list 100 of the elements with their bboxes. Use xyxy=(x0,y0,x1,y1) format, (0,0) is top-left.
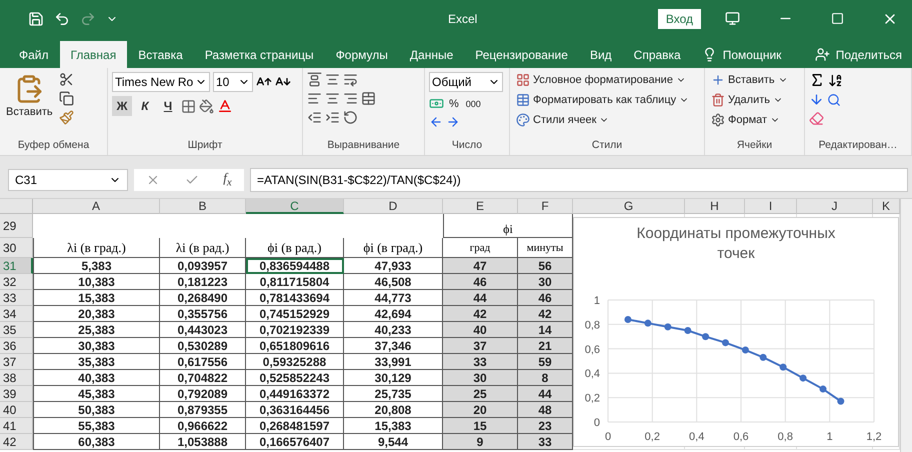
sort-icon[interactable] xyxy=(828,72,843,88)
undo-icon[interactable] xyxy=(54,10,70,26)
table-cell: 25,735 xyxy=(344,386,443,402)
row-header[interactable]: 40 xyxy=(0,402,33,418)
font-color-icon[interactable] xyxy=(217,98,233,114)
row-header[interactable]: 30 xyxy=(0,238,33,258)
formula-field[interactable]: =ATAN(SIN(B31-$C$22)/TAN($C$24)) xyxy=(250,168,908,192)
font-size-field[interactable]: 10 xyxy=(213,72,253,92)
styles-menu-button[interactable]: Условное форматирование xyxy=(514,72,692,88)
table-cell: 1,053888 xyxy=(160,434,246,450)
table-icon xyxy=(516,93,530,107)
row-header[interactable]: 32 xyxy=(0,274,33,290)
table-cell: 60,383 xyxy=(33,434,160,450)
tell-me-button[interactable]: Помощник xyxy=(692,41,792,68)
column-header[interactable]: E xyxy=(443,199,518,214)
column-header[interactable]: D xyxy=(344,199,443,214)
bold-button[interactable]: Ж xyxy=(112,96,132,116)
number-format-field[interactable]: Общий xyxy=(429,72,503,92)
column-header[interactable]: A xyxy=(33,199,160,214)
borders-icon[interactable] xyxy=(181,98,196,114)
ribbon-tab[interactable]: Вид xyxy=(578,41,623,68)
table-cell: 0,792089 xyxy=(160,386,246,402)
row-header[interactable]: 34 xyxy=(0,306,33,322)
ribbon-tab[interactable]: Формулы xyxy=(324,41,399,68)
row-header[interactable]: 39 xyxy=(0,386,33,402)
currency-icon[interactable] xyxy=(429,96,444,111)
vertical-scrollbar[interactable] xyxy=(900,199,912,452)
underline-button[interactable]: Ч xyxy=(158,96,178,116)
merge-cells-icon[interactable] xyxy=(361,91,376,106)
cells-menu-button[interactable]: Вставить xyxy=(709,72,790,88)
y-tick-label: 0,4 xyxy=(584,368,600,380)
column-header[interactable]: K xyxy=(873,199,900,214)
name-box[interactable]: C31 xyxy=(8,168,128,190)
data-point xyxy=(644,320,652,327)
table-cell: 0,355756 xyxy=(160,306,246,322)
ribbon-tab[interactable]: Главная xyxy=(60,41,128,68)
row-header[interactable]: 37 xyxy=(0,354,33,370)
column-header[interactable]: B xyxy=(160,199,246,214)
column-header[interactable]: C xyxy=(246,199,344,214)
table-cell: 40 xyxy=(443,322,518,338)
table-cell: 45,383 xyxy=(33,386,160,402)
save-icon[interactable] xyxy=(28,10,44,26)
cells-menu-button[interactable]: Формат xyxy=(709,112,790,128)
settings-icon xyxy=(711,113,725,127)
search-icon[interactable] xyxy=(827,92,841,106)
eraser-icon[interactable] xyxy=(809,111,824,126)
group-label: Шрифт xyxy=(186,139,224,153)
indent-decrease-icon[interactable] xyxy=(307,110,322,125)
align-left-icon[interactable] xyxy=(307,91,322,106)
fill-down-icon[interactable] xyxy=(809,92,824,107)
row-header[interactable]: 42 xyxy=(0,434,33,450)
x-tick-label: 0,4 xyxy=(689,431,704,443)
ribbon-tab[interactable]: Файл xyxy=(8,41,60,68)
ribbon-tab[interactable]: Разметка страницы xyxy=(194,41,325,68)
styles-menu-button[interactable]: Стили ячеек xyxy=(514,112,692,128)
share-button[interactable]: Поделиться xyxy=(804,41,912,68)
table-cell: 0,59325288 xyxy=(246,354,344,370)
ribbon-tab[interactable]: Справка xyxy=(622,41,692,68)
font-name-field[interactable]: Times New Ro xyxy=(112,72,210,92)
row-header[interactable]: 41 xyxy=(0,418,33,434)
column-header[interactable]: H xyxy=(685,199,745,214)
indent-increase-icon[interactable] xyxy=(325,110,340,125)
column-header[interactable]: F xyxy=(518,199,573,214)
y-tick-label: 0,8 xyxy=(584,319,600,332)
display-options-icon[interactable] xyxy=(725,11,740,26)
align-middle-icon[interactable] xyxy=(325,72,340,87)
table-cell: 48 xyxy=(518,402,573,418)
maximize-icon[interactable] xyxy=(831,12,844,25)
copy-icon[interactable] xyxy=(58,91,74,106)
ribbon-tab[interactable]: Вставка xyxy=(127,41,194,68)
wrap-text-icon[interactable] xyxy=(343,72,358,87)
sign-in-button[interactable]: Вход xyxy=(658,8,701,28)
styles-menu-button[interactable]: Форматировать как таблицу xyxy=(514,92,692,108)
scissors-icon[interactable] xyxy=(58,72,74,87)
align-right-icon[interactable] xyxy=(343,91,358,106)
paint-bucket-icon[interactable] xyxy=(199,98,214,114)
table-cell: 14 xyxy=(518,322,573,338)
ribbon-tab[interactable]: Данные xyxy=(398,41,464,68)
insert-function-button[interactable]: f$_{x}$ xyxy=(223,170,232,189)
data-point xyxy=(837,398,844,405)
row-header[interactable]: 33 xyxy=(0,290,33,306)
column-header[interactable]: J xyxy=(797,199,873,214)
percent-button[interactable]: % xyxy=(447,96,461,110)
column-header[interactable]: G xyxy=(573,199,685,214)
table-cell: 0,363164456 xyxy=(246,402,344,418)
row-header[interactable]: 35 xyxy=(0,322,33,338)
cells-menu-button[interactable]: Удалить xyxy=(709,92,790,108)
column-header[interactable]: I xyxy=(745,199,797,214)
row-header[interactable]: 31 xyxy=(0,258,33,274)
paste-button[interactable]: Вставить xyxy=(4,72,55,139)
row-header[interactable]: 29 xyxy=(0,214,33,238)
italic-button[interactable]: К xyxy=(135,96,155,116)
ribbon-tab[interactable]: Рецензирование xyxy=(464,41,579,68)
x-tick-label: 0,2 xyxy=(644,431,660,443)
table-cell: 0,268490 xyxy=(160,290,246,306)
row-header[interactable]: 38 xyxy=(0,370,33,386)
row-header[interactable]: 36 xyxy=(0,338,33,354)
thousands-button[interactable]: 000 xyxy=(464,98,483,110)
align-center-icon[interactable] xyxy=(325,91,340,106)
align-top-icon[interactable] xyxy=(307,72,322,87)
